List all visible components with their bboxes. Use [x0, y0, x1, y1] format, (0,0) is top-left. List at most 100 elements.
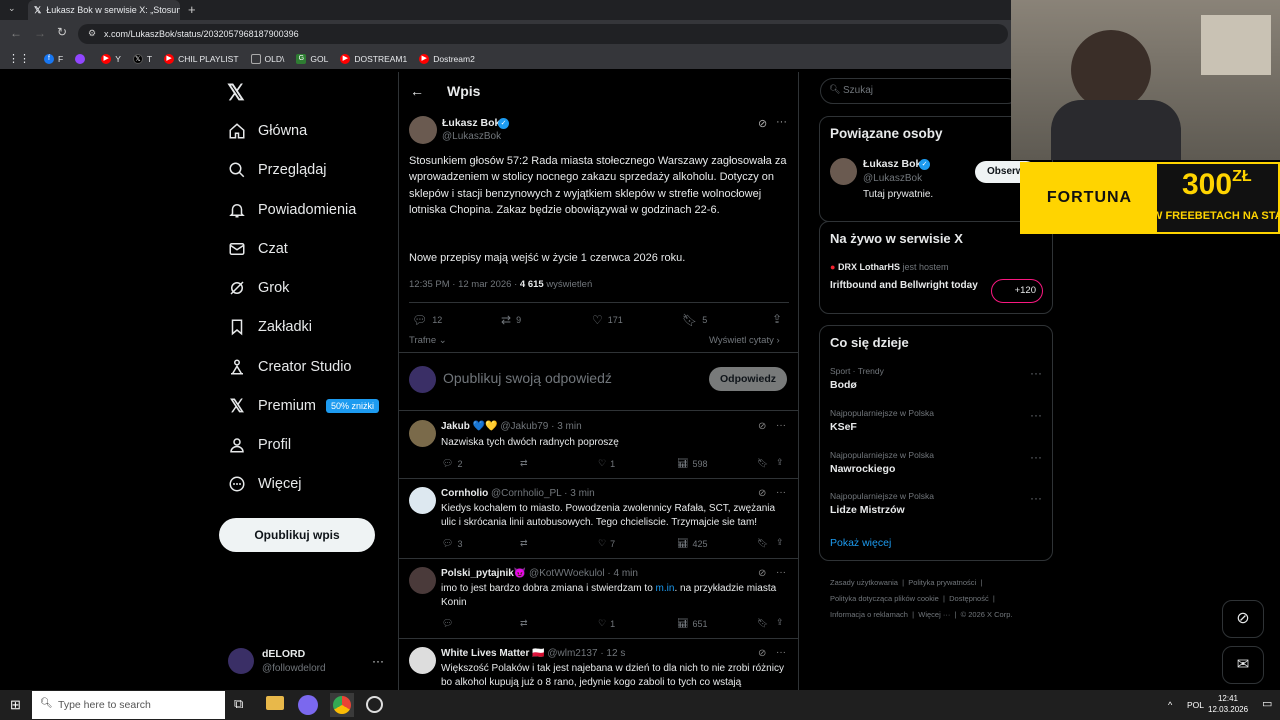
site-info-icon[interactable]: ⚙ [88, 28, 96, 39]
reply-author[interactable]: Polski_pytajnik😈 [441, 568, 526, 579]
nav-item-grok[interactable]: Grok [226, 276, 289, 300]
discord-icon[interactable] [298, 695, 318, 715]
bookmark-folder[interactable]: OLD\ [250, 53, 284, 64]
bookmark-item[interactable]: ▶ Y [101, 53, 121, 64]
bookmark-icon[interactable]: 🔖︎ [757, 538, 768, 549]
live-host[interactable]: DRX LotharHS [838, 262, 900, 272]
related-name[interactable]: Łukasz Bok [863, 158, 921, 170]
browser-tab[interactable]: 𝕏 Łukasz Bok w serwisie X: „Stosunk ✕ [28, 0, 180, 20]
views-action[interactable]: 📊︎ 598 [677, 458, 707, 469]
share-icon[interactable]: ⇪ [776, 537, 784, 548]
bookmark-item[interactable]: ▶ CHIL PLAYLIST [164, 53, 239, 64]
trend-item[interactable]: Najpopularniejsze w Polska Lidze Mistrzów [830, 491, 934, 516]
trend-item[interactable]: Sport · Trendy Bodø [830, 366, 884, 391]
nav-item-notifications[interactable]: Powiadomienia [226, 198, 356, 222]
nav-item-explore[interactable]: Przeglądaj [226, 158, 327, 182]
trend-item[interactable]: Najpopularniejsze w Polska Nawrockiego [830, 450, 934, 475]
footer-link[interactable]: Dostępność [949, 594, 989, 603]
avatar[interactable] [830, 158, 857, 185]
app-icon[interactable] [366, 696, 383, 713]
share-icon[interactable]: ⇪ [772, 312, 782, 326]
url-field[interactable]: x.com/LukaszBok/status/20320579681879003… [78, 24, 1008, 44]
repost-action[interactable]: ⇄ 9 [501, 313, 521, 327]
grok-icon[interactable]: ⊘ [758, 648, 766, 659]
more-icon[interactable]: ··· [1030, 450, 1042, 464]
reply-action[interactable]: 💬︎ 12 [412, 313, 442, 327]
reply-author[interactable]: White Lives Matter 🇵🇱 [441, 648, 545, 659]
clock[interactable]: 12:41 12.03.2026 [1208, 694, 1248, 714]
sort-dropdown[interactable]: Trafne ⌄ [409, 335, 447, 346]
bookmark-icon[interactable]: 🔖︎ [757, 618, 768, 629]
reply-author[interactable]: Cornholio [441, 488, 488, 499]
views-action[interactable]: 📊︎ 425 [677, 538, 707, 549]
nav-item-premium[interactable]: 𝕏 Premium 50% zniżki [226, 394, 380, 418]
tab-search-icon[interactable]: ⌄ [8, 3, 16, 14]
views-action[interactable]: 📊︎ 651 [677, 618, 707, 629]
like-action[interactable]: ♡ 1 [598, 458, 615, 469]
bookmark-icon[interactable]: 🔖︎ [757, 458, 768, 469]
author-name[interactable]: Łukasz Bok [442, 117, 500, 129]
footer-link[interactable]: Więcej ··· [918, 610, 950, 619]
file-explorer-icon[interactable] [266, 696, 284, 710]
more-icon[interactable]: ··· [776, 487, 786, 498]
more-icon[interactable]: ··· [776, 567, 786, 578]
grok-icon[interactable]: ⊘ [758, 568, 766, 579]
back-arrow-icon[interactable]: ← [410, 83, 424, 99]
avatar[interactable] [228, 648, 254, 674]
footer-link[interactable]: Zasady użytkowania [830, 578, 898, 587]
nav-item-bookmarks[interactable]: Zakładki [226, 315, 312, 339]
repost-icon[interactable]: ⇄ [520, 458, 528, 469]
avatar[interactable] [409, 487, 436, 514]
account-menu-icon[interactable]: ··· [372, 654, 384, 668]
like-action[interactable]: ♡ 7 [598, 538, 615, 549]
back-icon[interactable]: ← [10, 26, 22, 40]
more-icon[interactable]: ··· [1030, 491, 1042, 505]
share-icon[interactable]: ⇪ [776, 617, 784, 628]
messages-floating-icon[interactable]: ✉ [1222, 646, 1264, 684]
search-input[interactable]: Szukaj [820, 78, 1020, 104]
view-quotes-link[interactable]: Wyświetl cytaty › [709, 335, 780, 346]
chrome-icon[interactable] [333, 696, 351, 714]
avatar[interactable] [409, 567, 436, 594]
share-icon[interactable]: ⇪ [776, 457, 784, 468]
nav-item-chat[interactable]: Czat [226, 237, 288, 261]
avatar[interactable] [409, 647, 436, 674]
bookmark-item[interactable]: 𝕏T [132, 53, 152, 64]
bookmark-item[interactable]: ▶ Dostream2 [419, 53, 475, 64]
bookmark-action[interactable]: 🔖︎ 5 [682, 313, 707, 327]
grok-icon[interactable]: ⊘ [758, 488, 766, 499]
tray-chevron-icon[interactable]: ^ [1168, 700, 1172, 710]
nav-item-creator-studio[interactable]: Creator Studio [226, 355, 352, 379]
reply-link[interactable]: m.in [656, 583, 675, 594]
avatar[interactable] [409, 420, 436, 447]
nav-item-profile[interactable]: Profil [226, 433, 291, 457]
bookmark-item[interactable]: G GOL [296, 53, 328, 64]
post-button[interactable]: Opublikuj wpis [219, 518, 375, 552]
more-icon[interactable]: ··· [1030, 408, 1042, 422]
live-listeners-badge[interactable]: +120 [991, 279, 1043, 303]
like-action[interactable]: ♡ 171 [592, 313, 623, 327]
reply-action[interactable]: 💬︎ 3 [442, 538, 462, 549]
notification-icon[interactable]: ▭ [1262, 697, 1272, 710]
avatar[interactable] [409, 116, 437, 144]
bookmark-item[interactable]: fF [44, 53, 63, 64]
language-indicator[interactable]: POL [1187, 700, 1204, 710]
nav-item-more[interactable]: Więcej [226, 472, 302, 496]
reply-action[interactable]: 💬︎ 2 [442, 458, 462, 469]
reply-button[interactable]: Odpowiedz [709, 367, 787, 391]
reload-icon[interactable]: ↻ [57, 25, 67, 39]
more-icon[interactable]: ··· [776, 116, 787, 128]
grok-floating-icon[interactable]: ⊘ [1222, 600, 1264, 638]
more-icon[interactable]: ··· [1030, 366, 1042, 380]
taskbar-search-input[interactable]: Type here to search [32, 691, 225, 719]
grok-icon[interactable]: ⊘ [758, 117, 767, 130]
repost-icon[interactable]: ⇄ [520, 618, 528, 629]
nav-item-home[interactable]: Główna [226, 119, 307, 143]
forward-icon[interactable]: → [34, 26, 46, 40]
comment-icon[interactable]: 💬︎ [442, 618, 453, 629]
reply-author[interactable]: Jakub 💙💛 [441, 421, 498, 432]
repost-icon[interactable]: ⇄ [520, 538, 528, 549]
like-action[interactable]: ♡ 1 [598, 618, 615, 629]
reply-input[interactable]: Opublikuj swoją odpowiedź [443, 370, 612, 386]
more-icon[interactable]: ··· [776, 647, 786, 658]
